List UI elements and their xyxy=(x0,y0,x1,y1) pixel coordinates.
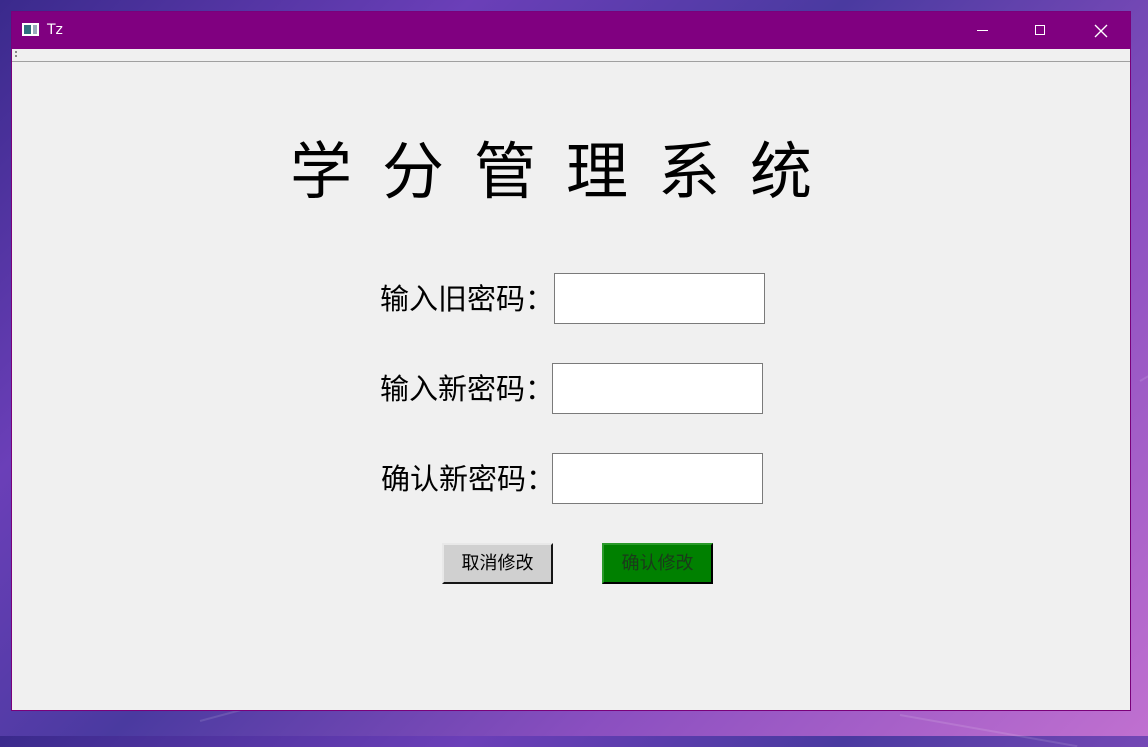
confirm-password-field[interactable] xyxy=(552,453,763,504)
confirm-password-label: 确认新密码： xyxy=(381,459,555,499)
window-title: Tz xyxy=(47,21,63,39)
close-icon xyxy=(1094,24,1108,38)
new-password-field[interactable] xyxy=(552,363,763,414)
app-window: Tz 学分管理系统 输入旧密码： 输入新密码： 确认新密码： 取消修改 确认修改 xyxy=(11,11,1131,711)
minimize-button[interactable] xyxy=(954,12,1012,49)
cancel-button[interactable]: 取消修改 xyxy=(442,543,553,584)
confirm-button[interactable]: 确认修改 xyxy=(602,543,713,584)
menu-bar xyxy=(12,49,1130,62)
app-window-icon xyxy=(22,23,39,36)
new-password-label: 输入新密码： xyxy=(380,369,554,409)
page-title: 学分管理系统 xyxy=(12,132,1120,212)
wallpaper-streak xyxy=(1140,320,1148,382)
maximize-button[interactable] xyxy=(1012,12,1070,49)
old-password-field[interactable] xyxy=(554,273,765,324)
wallpaper-streak xyxy=(900,714,1078,747)
title-bar[interactable]: Tz xyxy=(12,12,1130,49)
old-password-label: 输入旧密码： xyxy=(380,279,554,319)
toolbar-grip-icon[interactable] xyxy=(15,51,17,59)
close-button[interactable] xyxy=(1072,12,1130,49)
